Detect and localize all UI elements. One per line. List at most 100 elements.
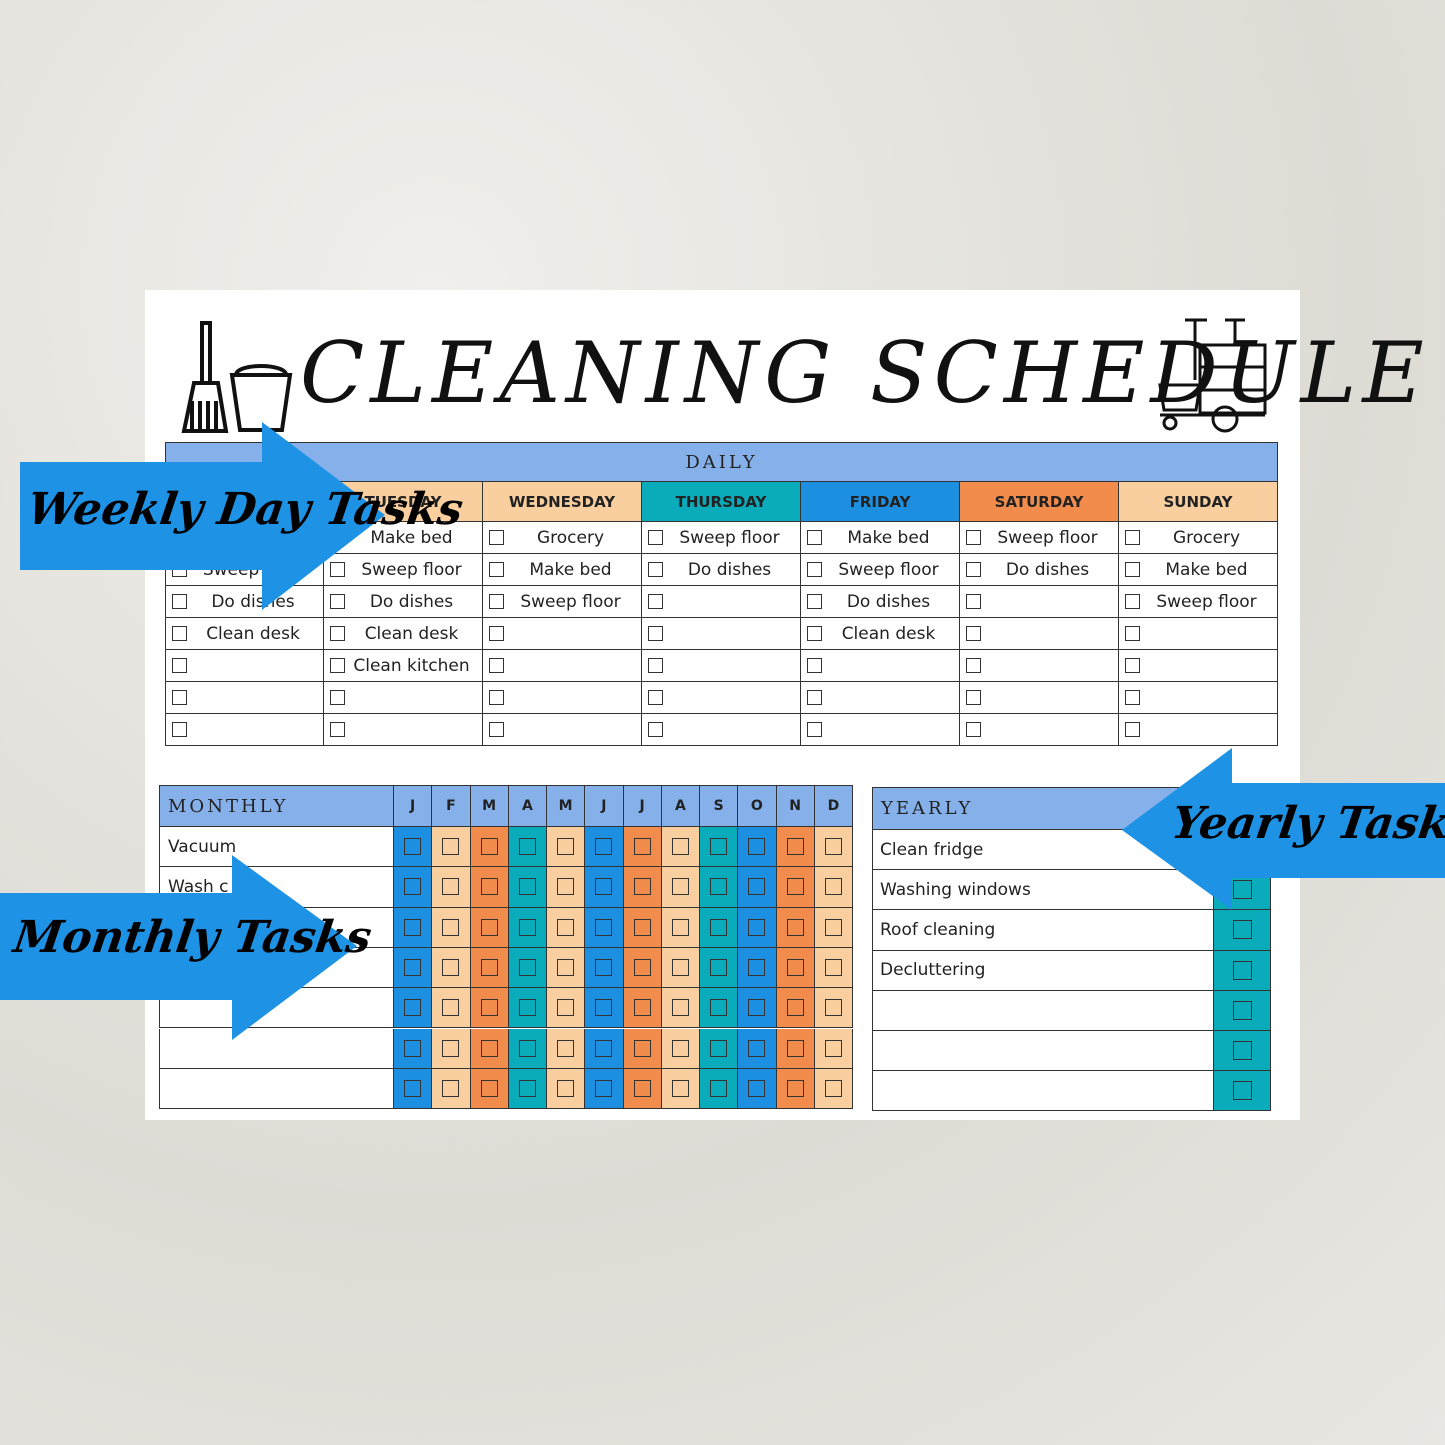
checkbox[interactable] [1125, 690, 1140, 705]
checkbox[interactable] [489, 562, 504, 577]
checkbox[interactable] [824, 878, 842, 896]
checkbox[interactable] [648, 690, 663, 705]
checkbox[interactable] [480, 838, 498, 856]
checkbox[interactable] [480, 878, 498, 896]
checkbox[interactable] [807, 530, 822, 545]
checkbox[interactable] [557, 1079, 575, 1097]
checkbox[interactable] [748, 918, 766, 936]
checkbox[interactable] [966, 690, 981, 705]
checkbox[interactable] [633, 1039, 651, 1057]
checkbox[interactable] [748, 838, 766, 856]
checkbox[interactable] [786, 999, 804, 1017]
checkbox[interactable] [966, 530, 981, 545]
checkbox[interactable] [557, 838, 575, 856]
checkbox[interactable] [786, 838, 804, 856]
checkbox[interactable] [595, 838, 613, 856]
checkbox[interactable] [595, 959, 613, 977]
checkbox[interactable] [807, 722, 822, 737]
checkbox[interactable] [1232, 1000, 1252, 1020]
checkbox[interactable] [595, 918, 613, 936]
checkbox[interactable] [671, 878, 689, 896]
checkbox[interactable] [518, 1039, 536, 1057]
yearly-task[interactable]: Roof cleaning [872, 910, 1214, 951]
checkbox[interactable] [648, 530, 663, 545]
checkbox[interactable] [489, 690, 504, 705]
checkbox[interactable] [480, 1039, 498, 1057]
checkbox[interactable] [633, 1079, 651, 1097]
checkbox[interactable] [710, 918, 728, 936]
checkbox[interactable] [442, 1079, 460, 1097]
checkbox[interactable] [330, 658, 345, 673]
checkbox[interactable] [633, 959, 651, 977]
checkbox[interactable] [442, 918, 460, 936]
checkbox[interactable] [1232, 1041, 1252, 1061]
checkbox[interactable] [748, 999, 766, 1017]
checkbox[interactable] [710, 1079, 728, 1097]
checkbox[interactable] [671, 959, 689, 977]
checkbox[interactable] [648, 562, 663, 577]
checkbox[interactable] [518, 999, 536, 1017]
checkbox[interactable] [710, 999, 728, 1017]
checkbox[interactable] [1125, 658, 1140, 673]
checkbox[interactable] [1232, 960, 1252, 980]
yearly-task[interactable] [872, 990, 1214, 1031]
checkbox[interactable] [966, 562, 981, 577]
checkbox[interactable] [518, 838, 536, 856]
checkbox[interactable] [404, 918, 422, 936]
checkbox[interactable] [1125, 562, 1140, 577]
yearly-task[interactable] [872, 1031, 1214, 1072]
checkbox[interactable] [710, 878, 728, 896]
checkbox[interactable] [633, 878, 651, 896]
checkbox[interactable] [595, 999, 613, 1017]
checkbox[interactable] [489, 658, 504, 673]
checkbox[interactable] [824, 918, 842, 936]
checkbox[interactable] [172, 690, 187, 705]
checkbox[interactable] [557, 878, 575, 896]
checkbox[interactable] [1125, 722, 1140, 737]
checkbox[interactable] [480, 918, 498, 936]
checkbox[interactable] [648, 722, 663, 737]
checkbox[interactable] [557, 999, 575, 1017]
checkbox[interactable] [807, 594, 822, 609]
checkbox[interactable] [480, 999, 498, 1017]
checkbox[interactable] [1125, 530, 1140, 545]
checkbox[interactable] [404, 999, 422, 1017]
checkbox[interactable] [442, 959, 460, 977]
checkbox[interactable] [633, 918, 651, 936]
checkbox[interactable] [1232, 1081, 1252, 1101]
checkbox[interactable] [748, 878, 766, 896]
checkbox[interactable] [966, 594, 981, 609]
checkbox[interactable] [404, 1039, 422, 1057]
checkbox[interactable] [671, 838, 689, 856]
checkbox[interactable] [671, 1079, 689, 1097]
checkbox[interactable] [1125, 594, 1140, 609]
checkbox[interactable] [1125, 626, 1140, 641]
yearly-task[interactable]: Decluttering [872, 950, 1214, 991]
checkbox[interactable] [518, 1079, 536, 1097]
checkbox[interactable] [807, 658, 822, 673]
checkbox[interactable] [786, 959, 804, 977]
monthly-task[interactable] [159, 1068, 394, 1110]
checkbox[interactable] [824, 1079, 842, 1097]
checkbox[interactable] [442, 999, 460, 1017]
checkbox[interactable] [824, 1039, 842, 1057]
checkbox[interactable] [648, 594, 663, 609]
yearly-task[interactable] [872, 1071, 1214, 1112]
checkbox[interactable] [786, 1039, 804, 1057]
checkbox[interactable] [489, 530, 504, 545]
checkbox[interactable] [172, 626, 187, 641]
checkbox[interactable] [518, 878, 536, 896]
checkbox[interactable] [671, 1039, 689, 1057]
checkbox[interactable] [824, 838, 842, 856]
checkbox[interactable] [330, 722, 345, 737]
checkbox[interactable] [748, 959, 766, 977]
checkbox[interactable] [710, 959, 728, 977]
checkbox[interactable] [748, 1079, 766, 1097]
checkbox[interactable] [633, 838, 651, 856]
checkbox[interactable] [633, 999, 651, 1017]
checkbox[interactable] [1232, 920, 1252, 940]
checkbox[interactable] [710, 1039, 728, 1057]
checkbox[interactable] [489, 594, 504, 609]
checkbox[interactable] [671, 999, 689, 1017]
checkbox[interactable] [172, 722, 187, 737]
